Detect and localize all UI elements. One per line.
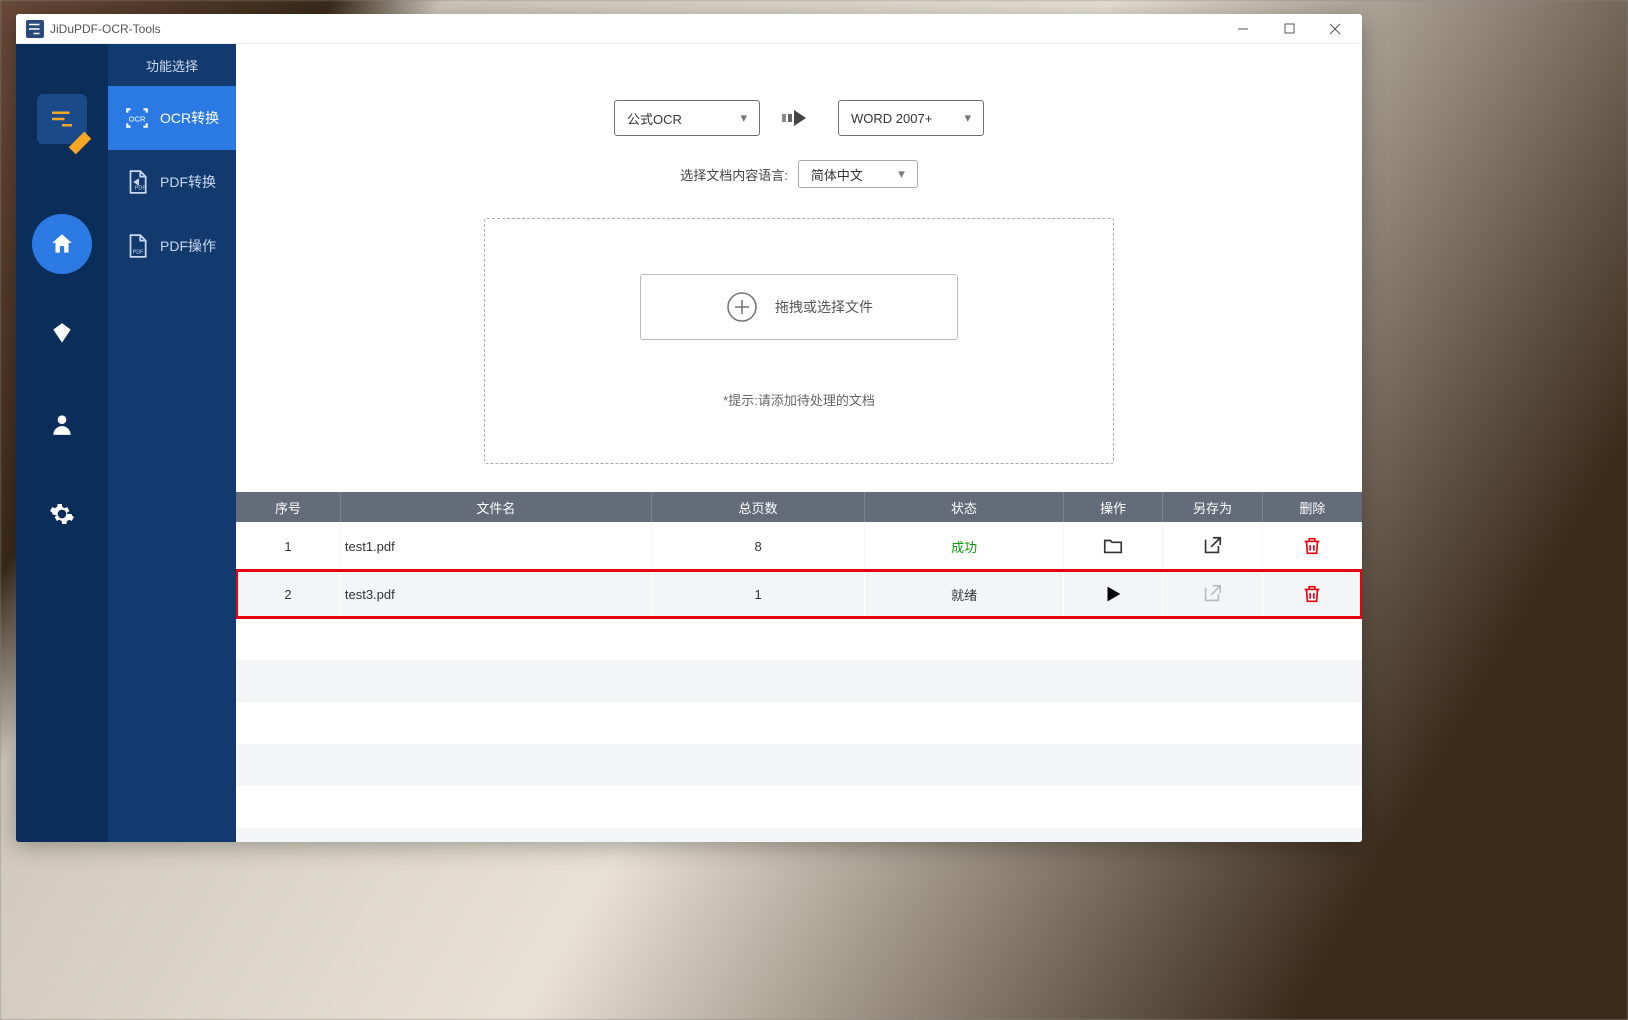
sidebar-item-label: PDF转换 xyxy=(160,172,216,192)
th-status: 状态 xyxy=(865,492,1064,522)
cell-status: 成功 xyxy=(865,522,1064,570)
dropdown-value: 简体中文 xyxy=(811,165,863,184)
left-rail xyxy=(16,44,108,842)
titlebar[interactable]: JiDuPDF-OCR-Tools xyxy=(16,14,1362,44)
source-mode-dropdown[interactable]: 公式OCR ▾ xyxy=(614,100,760,136)
cell-index: 1 xyxy=(236,522,341,570)
rail-user[interactable] xyxy=(32,394,92,454)
pdf-convert-icon: PDF xyxy=(124,169,150,195)
rail-home[interactable] xyxy=(32,214,92,274)
cell-pages: 8 xyxy=(652,522,865,570)
rail-settings[interactable] xyxy=(32,484,92,544)
table-row[interactable]: 2test3.pdf1就绪 xyxy=(236,570,1362,618)
caret-down-icon: ▾ xyxy=(964,110,971,126)
app-icon xyxy=(26,20,44,38)
file-table: 序号 文件名 总页数 状态 操作 另存为 删除 1test1.pdf8成功2te… xyxy=(236,492,1362,842)
sidebar-item-label: PDF操作 xyxy=(160,236,216,256)
th-index: 序号 xyxy=(236,492,341,522)
table-header: 序号 文件名 总页数 状态 操作 另存为 删除 xyxy=(236,492,1362,522)
delete-button[interactable] xyxy=(1263,570,1361,618)
save-as-button[interactable] xyxy=(1163,522,1261,570)
empty-rows xyxy=(236,618,1362,842)
target-format-dropdown[interactable]: WORD 2007+ ▾ xyxy=(838,100,984,136)
plus-circle-icon xyxy=(725,290,759,324)
sidebar-item-pdf-convert[interactable]: PDF PDF转换 xyxy=(108,150,236,214)
dropdown-value: 公式OCR xyxy=(627,109,682,128)
caret-down-icon: ▾ xyxy=(898,166,905,182)
dropzone[interactable]: 拖拽或选择文件 *提示:请添加待处理的文档 xyxy=(484,218,1114,464)
rail-vip[interactable] xyxy=(32,304,92,364)
ocr-icon: OCR xyxy=(124,105,150,131)
th-op: 操作 xyxy=(1064,492,1163,522)
delete-button[interactable] xyxy=(1263,522,1361,570)
run-button[interactable] xyxy=(1064,570,1162,618)
app-window: JiDuPDF-OCR-Tools 功能选择 xyxy=(16,14,1362,842)
svg-text:PDF: PDF xyxy=(133,250,145,256)
svg-text:OCR: OCR xyxy=(129,114,146,123)
th-pages: 总页数 xyxy=(652,492,865,522)
cell-filename: test1.pdf xyxy=(341,522,652,570)
dropdown-value: WORD 2007+ xyxy=(851,111,932,126)
save-as-button xyxy=(1163,570,1261,618)
th-save: 另存为 xyxy=(1163,492,1262,522)
main-content: 公式OCR ▾ WORD 2007+ ▾ 选择文档内容语言: 简体中文 ▾ xyxy=(236,44,1362,842)
convert-arrow-icon xyxy=(782,108,816,128)
lang-label: 选择文档内容语言: xyxy=(680,165,788,184)
drop-button-label: 拖拽或选择文件 xyxy=(775,297,873,317)
table-row[interactable]: 1test1.pdf8成功 xyxy=(236,522,1362,570)
sidebar-item-pdf-ops[interactable]: PDF PDF操作 xyxy=(108,214,236,278)
pdf-ops-icon: PDF xyxy=(124,233,150,259)
minimize-button[interactable] xyxy=(1220,15,1266,43)
cell-filename: test3.pdf xyxy=(341,570,652,618)
cell-status: 就绪 xyxy=(865,570,1064,618)
sidebar-title: 功能选择 xyxy=(108,44,236,86)
svg-text:PDF: PDF xyxy=(135,186,147,192)
language-dropdown[interactable]: 简体中文 ▾ xyxy=(798,160,918,188)
window-title: JiDuPDF-OCR-Tools xyxy=(50,22,1220,36)
caret-down-icon: ▾ xyxy=(740,110,747,126)
maximize-button[interactable] xyxy=(1266,15,1312,43)
select-files-button[interactable]: 拖拽或选择文件 xyxy=(640,274,958,340)
th-del: 删除 xyxy=(1263,492,1362,522)
open-folder-button[interactable] xyxy=(1064,522,1162,570)
cell-pages: 1 xyxy=(652,570,865,618)
drop-hint: *提示:请添加待处理的文档 xyxy=(723,390,875,409)
sidebar: 功能选择 OCR OCR转换 PDF PDF转换 PDF PDF操作 xyxy=(108,44,236,842)
sidebar-item-ocr[interactable]: OCR OCR转换 xyxy=(108,86,236,150)
th-name: 文件名 xyxy=(341,492,652,522)
cell-index: 2 xyxy=(236,570,341,618)
app-logo xyxy=(37,94,87,144)
sidebar-item-label: OCR转换 xyxy=(160,108,219,128)
close-button[interactable] xyxy=(1312,15,1358,43)
